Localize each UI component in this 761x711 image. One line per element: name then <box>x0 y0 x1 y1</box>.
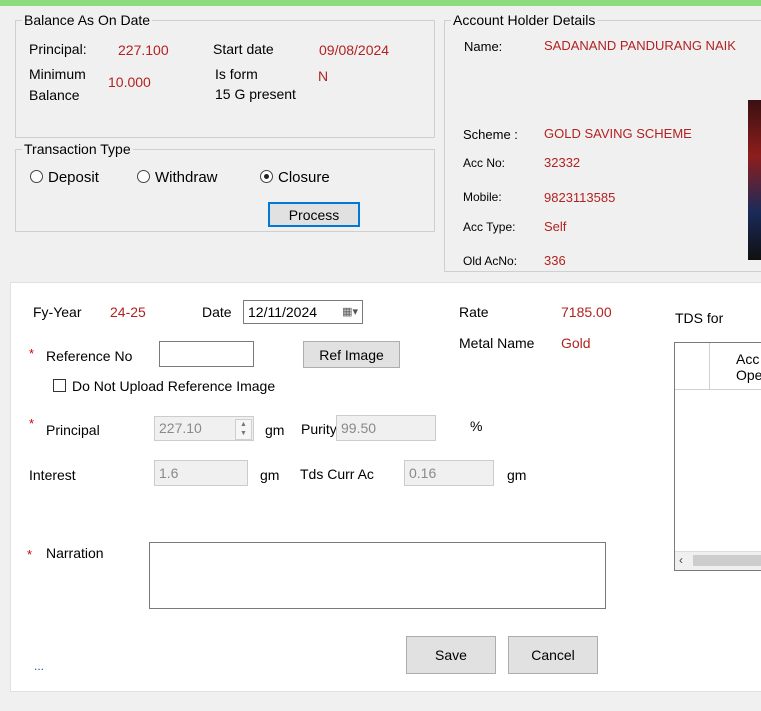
start-date-value: 09/08/2024 <box>319 42 390 58</box>
principal-value: 227.100 <box>118 42 169 58</box>
purity-label: Purity <box>301 421 337 437</box>
save-button[interactable]: Save <box>406 636 496 674</box>
principal-form-value: 227.10 <box>159 420 202 436</box>
metal-value: Gold <box>561 335 591 351</box>
tds-grid-row-header <box>675 343 710 389</box>
narration-textarea[interactable] <box>149 542 606 609</box>
tds-grid[interactable]: Acc Ope ‹ <box>674 342 761 571</box>
accno-label: Acc No: <box>463 156 506 170</box>
cancel-button[interactable]: Cancel <box>508 636 598 674</box>
purity-input[interactable] <box>336 415 436 441</box>
start-date-label: Start date <box>213 41 274 57</box>
metal-label: Metal Name <box>459 335 535 351</box>
tds-grid-col-2: Ope <box>736 367 761 383</box>
form15g-label-1: Is form <box>215 66 258 82</box>
scroll-left-icon[interactable]: ‹ <box>679 553 683 567</box>
radio-deposit[interactable]: Deposit <box>30 170 99 186</box>
oldacno-value: 336 <box>544 253 566 268</box>
date-picker[interactable]: 12/11/2024 ▦▾ <box>243 300 363 324</box>
min-balance-value: 10.000 <box>108 74 151 90</box>
interest-input[interactable] <box>154 460 248 486</box>
acctype-label: Acc Type: <box>463 220 516 234</box>
reference-label: Reference No <box>46 348 133 364</box>
oldacno-label: Old AcNo: <box>463 254 518 268</box>
min-balance-label-2: Balance <box>29 87 80 103</box>
form15g-value: N <box>318 68 329 84</box>
form15g-label-2: 15 G present <box>215 86 296 102</box>
tds-curr-label: Tds Curr Ac <box>300 466 374 482</box>
more-link[interactable]: ... <box>34 658 44 674</box>
rate-label: Rate <box>459 304 489 320</box>
fy-value: 24-25 <box>110 304 146 320</box>
process-button[interactable]: Process <box>268 202 360 227</box>
date-value: 12/11/2024 <box>248 304 318 320</box>
acctype-value: Self <box>544 219 567 234</box>
interest-unit: gm <box>260 467 280 483</box>
calendar-dropdown-icon[interactable]: ▦▾ <box>342 301 358 323</box>
radio-withdraw-label: Withdraw <box>155 169 218 186</box>
principal-stepper[interactable]: 227.10 ▲ ▼ <box>154 416 254 441</box>
fy-label: Fy-Year <box>33 304 82 320</box>
tds-grid-hscroll[interactable]: ‹ <box>675 551 761 570</box>
radio-withdraw[interactable]: Withdraw <box>137 170 218 186</box>
tds-grid-col-1: Acc <box>736 351 760 367</box>
radio-closure[interactable]: Closure <box>260 170 330 186</box>
radio-closure-label: Closure <box>278 169 330 186</box>
principal-label: Principal: <box>29 41 87 57</box>
scroll-thumb[interactable] <box>693 555 761 566</box>
no-upload-checkbox[interactable]: Do Not Upload Reference Image <box>53 378 275 394</box>
date-label: Date <box>202 304 232 320</box>
reference-required-star: * <box>29 346 35 361</box>
ref-image-button[interactable]: Ref Image <box>303 341 400 368</box>
radio-withdraw-icon[interactable] <box>137 170 150 183</box>
checkbox-icon[interactable] <box>53 379 66 392</box>
name-value: SADANAND PANDURANG NAIK <box>544 38 736 53</box>
account-holder-photo <box>748 100 761 260</box>
name-label: Name: <box>464 39 503 54</box>
tds-curr-input[interactable] <box>404 460 494 486</box>
transaction-type-legend: Transaction Type <box>24 141 131 157</box>
principal-unit: gm <box>265 422 285 438</box>
balance-legend: Balance As On Date <box>24 12 151 28</box>
tds-grid-header: Acc Ope <box>675 343 761 390</box>
narration-required-star: * <box>27 547 33 562</box>
min-balance-label-1: Minimum <box>29 66 86 82</box>
narration-label: Narration <box>46 545 104 561</box>
radio-deposit-icon[interactable] <box>30 170 43 183</box>
purity-unit: % <box>470 418 483 434</box>
accno-value: 32332 <box>544 155 581 170</box>
mobile-label: Mobile: <box>463 190 502 204</box>
tds-for-label: TDS for <box>675 310 724 326</box>
mobile-value: 9823113585 <box>544 190 616 205</box>
scheme-label: Scheme : <box>463 127 518 142</box>
principal-form-label: Principal <box>46 422 100 438</box>
transaction-type-group: Transaction Type <box>15 142 435 232</box>
spinner-arrows-icon[interactable]: ▲ ▼ <box>235 419 252 440</box>
rate-value: 7185.00 <box>561 304 612 320</box>
title-strip <box>0 0 761 6</box>
radio-deposit-label: Deposit <box>48 169 99 186</box>
interest-label: Interest <box>29 467 76 483</box>
account-holder-legend: Account Holder Details <box>453 12 596 28</box>
tds-curr-unit: gm <box>507 467 527 483</box>
no-upload-label: Do Not Upload Reference Image <box>72 378 276 394</box>
principal-required-star: * <box>29 416 35 431</box>
scheme-value: GOLD SAVING SCHEME <box>544 126 692 141</box>
reference-input[interactable] <box>159 341 254 367</box>
radio-closure-icon[interactable] <box>260 170 273 183</box>
